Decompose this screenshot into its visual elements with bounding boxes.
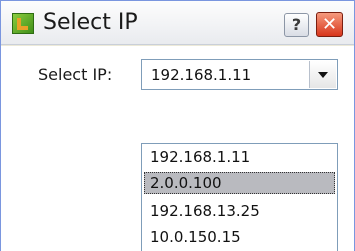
chevron-down-icon — [318, 72, 328, 78]
window-title: Select IP — [43, 10, 138, 35]
dropdown-option-highlighted[interactable]: 2.0.0.100 — [144, 172, 335, 194]
dropdown-option[interactable]: 192.168.13.25 — [144, 200, 335, 222]
dropdown-option[interactable]: 192.168.1.11 — [144, 146, 335, 168]
ip-combobox-value: 192.168.1.11 — [151, 66, 252, 84]
dropdown-button[interactable] — [309, 61, 336, 88]
ip-combobox[interactable]: 192.168.1.11 — [141, 59, 338, 90]
select-ip-label: Select IP: — [38, 65, 113, 84]
dropdown-option[interactable]: 10.0.150.15 — [144, 226, 335, 248]
select-ip-dialog: Select IP ? ✕ Select IP: 192.168.1.11 19… — [0, 0, 355, 251]
close-button[interactable]: ✕ — [316, 12, 343, 37]
help-button[interactable]: ? — [284, 13, 309, 37]
ip-dropdown-list: 192.168.1.11 2.0.0.100 192.168.13.25 10.… — [141, 143, 338, 251]
app-logo-icon — [12, 13, 34, 34]
title-bar[interactable]: Select IP ? ✕ — [1, 1, 354, 45]
